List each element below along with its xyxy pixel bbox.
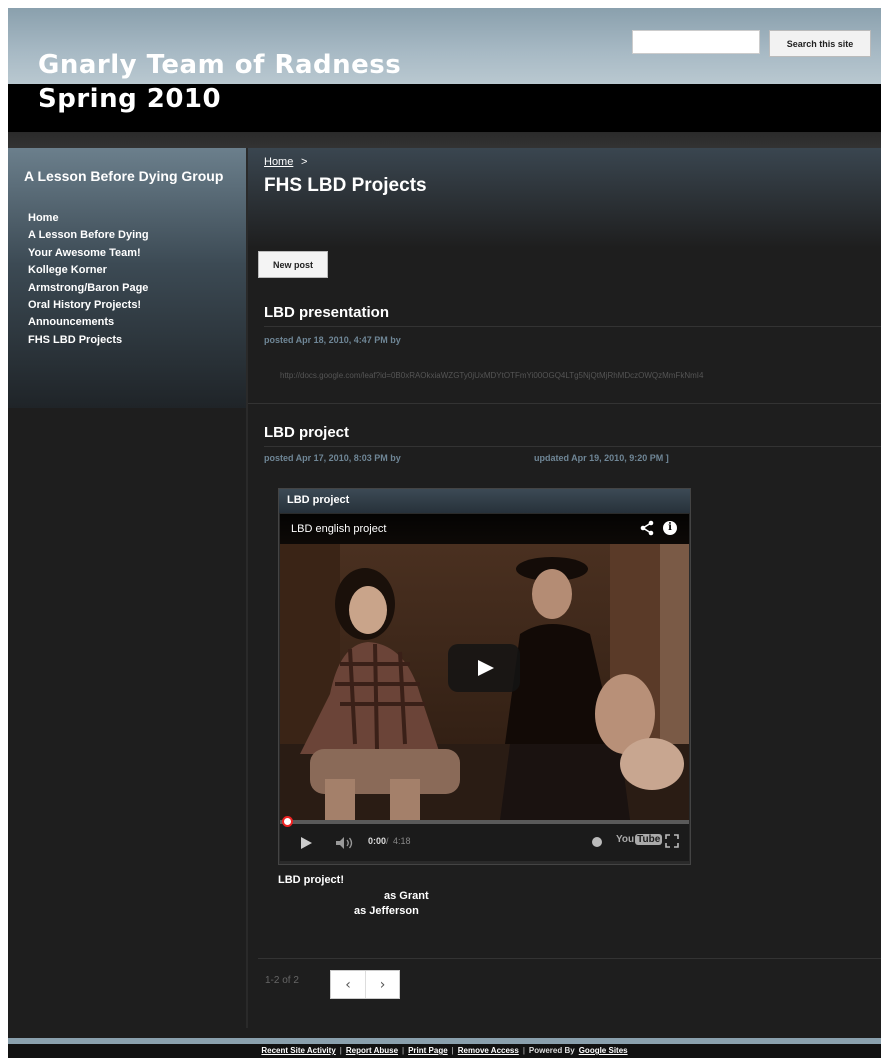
youtube-logo[interactable]: You Tube (616, 834, 663, 845)
play-icon (478, 660, 494, 676)
time-separator: / (386, 836, 389, 846)
footer-separator: | (339, 1046, 342, 1055)
sidebar-item-kollege-korner[interactable]: Kollege Korner (28, 262, 149, 279)
gadget-title: LBD project (287, 494, 350, 506)
new-post-button[interactable]: New post (258, 251, 328, 278)
settings-icon[interactable] (592, 837, 602, 847)
post-title[interactable]: LBD project (264, 424, 349, 441)
footer-separator: | (451, 1046, 454, 1055)
fullscreen-icon[interactable] (665, 834, 679, 853)
time-total: 4:18 (393, 836, 411, 846)
sidebar: A Lesson Before Dying Group Home A Lesso… (8, 148, 246, 408)
footer-print-page-link[interactable]: Print Page (408, 1046, 448, 1055)
page-frame: Gnarly Team of Radness Spring 2010 Searc… (8, 8, 881, 1058)
column-divider (246, 148, 248, 1028)
time-current: 0:00 (368, 836, 387, 846)
video-top-bar: LBD english project i (280, 514, 689, 544)
play-button[interactable] (448, 644, 520, 692)
video-gadget: LBD project LBD english project i 0:00 /… (278, 488, 691, 865)
footer-separator: | (522, 1046, 525, 1055)
video-caption-title: LBD project! (278, 874, 344, 886)
next-page-button[interactable]: › (364, 971, 399, 998)
video-player[interactable]: LBD english project i 0:00 / 4:18 You Tu… (280, 514, 689, 861)
gadget-title-bar: LBD project (279, 489, 690, 513)
video-controls: 0:00 / 4:18 You Tube (280, 824, 689, 861)
youtube-logo-tube: Tube (635, 834, 663, 845)
sidebar-item-announcements[interactable]: Announcements (28, 314, 149, 331)
search-button[interactable]: Search this site (769, 30, 871, 57)
previous-page-button[interactable]: ‹ (331, 971, 365, 998)
sidebar-item-armstrong-baron[interactable]: Armstrong/Baron Page (28, 280, 149, 297)
progress-handle[interactable] (282, 816, 293, 827)
youtube-logo-you: You (616, 834, 635, 845)
post-meta: posted Apr 17, 2010, 8:03 PM by (264, 453, 401, 463)
post-title-rule (264, 446, 881, 447)
footer-powered-by: Powered By (528, 1046, 575, 1055)
volume-icon[interactable] (336, 836, 354, 854)
cast-line-jefferson: as Jefferson (354, 905, 419, 917)
video-title[interactable]: LBD english project (291, 523, 386, 535)
sidebar-nav: Home A Lesson Before Dying Your Awesome … (28, 210, 149, 349)
post-document-link[interactable]: http://docs.google.com/leaf?id=0B0xRAOkx… (280, 371, 880, 380)
footer-separator: | (402, 1046, 405, 1055)
share-icon[interactable] (639, 520, 655, 541)
breadcrumb-home-link[interactable]: Home (264, 156, 293, 168)
site-subtitle: Spring 2010 (38, 84, 222, 114)
footer: Recent Site Activity | Report Abuse | Print … (8, 1044, 881, 1058)
post-title-rule (264, 326, 881, 327)
post-title[interactable]: LBD presentation (264, 304, 389, 321)
sidebar-item-oral-history[interactable]: Oral History Projects! (28, 297, 149, 314)
pager-divider (258, 958, 881, 959)
sidebar-item-awesome-team[interactable]: Your Awesome Team! (28, 245, 149, 262)
cast-line-grant: as Grant (384, 890, 429, 902)
post-divider (248, 403, 881, 404)
sidebar-heading: A Lesson Before Dying Group (24, 168, 224, 184)
pager: ‹ › (330, 970, 400, 999)
header-separator (8, 132, 881, 148)
sidebar-item-lesson-before-dying[interactable]: A Lesson Before Dying (28, 227, 149, 244)
play-icon[interactable] (300, 836, 312, 854)
breadcrumb-separator: > (301, 156, 308, 168)
info-icon[interactable]: i (663, 521, 677, 535)
site-title: Gnarly Team of Radness (38, 50, 402, 80)
post-meta: posted Apr 18, 2010, 4:47 PM by (264, 335, 401, 345)
footer-recent-activity-link[interactable]: Recent Site Activity (261, 1046, 335, 1055)
footer-report-abuse-link[interactable]: Report Abuse (346, 1046, 398, 1055)
footer-remove-access-link[interactable]: Remove Access (458, 1046, 519, 1055)
post-updated-meta: updated Apr 19, 2010, 9:20 PM ] (534, 453, 669, 463)
sidebar-item-fhs-lbd-projects[interactable]: FHS LBD Projects (28, 332, 149, 349)
sidebar-item-home[interactable]: Home (28, 210, 149, 227)
main-header-gradient (248, 148, 881, 248)
page-title: FHS LBD Projects (264, 175, 427, 196)
footer-google-sites-link[interactable]: Google Sites (579, 1046, 628, 1055)
pager-count: 1-2 of 2 (265, 975, 299, 986)
search-input[interactable] (632, 30, 760, 54)
